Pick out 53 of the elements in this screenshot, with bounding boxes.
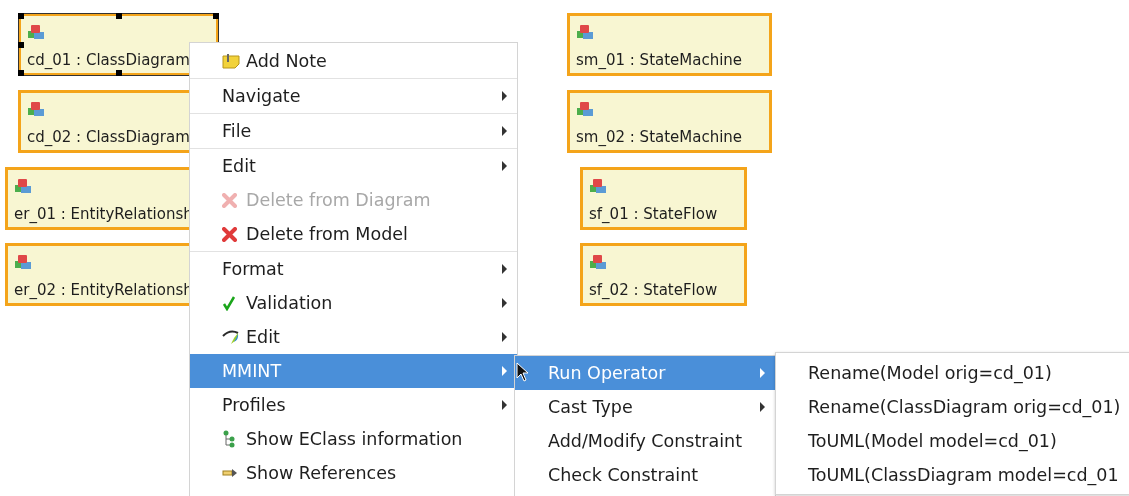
blocks-icon [576,24,594,40]
submenu-arrow-icon [502,91,507,101]
blocks-icon [27,24,45,40]
submenu-arrow-icon [502,400,507,410]
node-label: sm_02 : StateMachine [576,128,743,146]
submenu-arrow-icon [502,161,507,171]
menu-item[interactable]: Check Constraint [515,458,775,492]
menu-item[interactable]: Edit [190,320,517,354]
selection-handle[interactable] [213,13,219,19]
node-label: cd_01 : ClassDiagram [27,51,190,69]
menu-item[interactable]: Show EClass information [190,422,517,456]
menu-item[interactable]: Rename(ClassDiagram orig=cd_01) [776,390,1129,424]
submenu-arrow-icon [502,126,507,136]
submenu-arrow-icon [502,264,507,274]
node-label: er_01 : EntityRelationsh [14,205,193,223]
delete-icon [222,192,237,208]
selection-handle[interactable] [18,41,24,48]
selection-handle[interactable] [18,70,24,76]
diagram-node[interactable]: sm_02 : StateMachine [567,90,772,153]
delete-icon [222,226,237,242]
blocks-icon [589,254,607,270]
menu-item[interactable]: Show References [190,456,517,490]
menu-item[interactable]: File [190,114,517,148]
note-icon [222,53,240,69]
menu-item[interactable]: Cast Type [515,390,775,424]
menu-item[interactable]: Rename(Model orig=cd_01) [776,356,1129,390]
node-label: sf_01 : StateFlow [589,205,718,223]
selection-handle[interactable] [115,70,122,76]
node-label: er_02 : EntityRelationsh [14,281,193,299]
arrow-icon [222,468,238,478]
menu-item[interactable]: ToUML(Model model=cd_01) [776,424,1129,458]
blocks-icon [576,101,594,117]
menu-item[interactable]: Navigate [190,79,517,113]
blocks-icon [27,101,45,117]
diagram-node[interactable]: sf_01 : StateFlow [580,167,747,230]
submenu-arrow-icon [502,366,507,376]
blocks-icon [589,178,607,194]
diagram-node[interactable]: sm_01 : StateMachine [567,13,772,76]
tree-icon [222,430,236,448]
blocks-icon [14,178,32,194]
menu-item[interactable]: ToUML(ClassDiagram model=cd_01 [776,458,1129,492]
diagram-node[interactable]: cd_01 : ClassDiagram [18,13,219,76]
swoosh-icon [222,329,240,345]
blocks-icon [14,254,32,270]
menu-item[interactable]: Profiles [190,388,517,422]
diagram-node[interactable]: sf_02 : StateFlow [580,243,747,306]
selection-handle[interactable] [115,13,122,19]
check-icon [222,295,236,311]
selection-handle[interactable] [18,13,24,19]
node-label: cd_02 : ClassDiagram [27,128,190,146]
node-label: sm_01 : StateMachine [576,51,743,69]
menu-item[interactable]: Add/Modify Constraint [515,424,775,458]
node-label: sf_02 : StateFlow [589,281,718,299]
